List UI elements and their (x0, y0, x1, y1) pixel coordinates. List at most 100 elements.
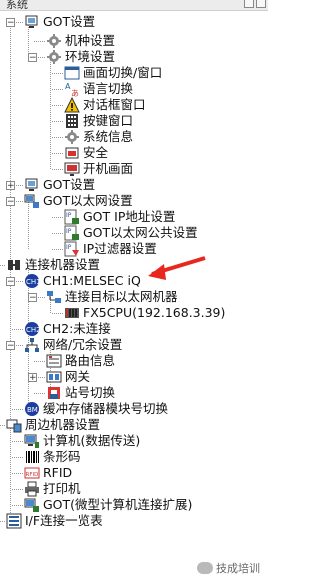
collapse-toggle-icon[interactable]: − (6, 341, 15, 351)
tree-item-label: 系统信息 (83, 129, 134, 144)
tree-item-label: CH2:未连接 (43, 321, 111, 336)
tree-item-computer[interactable]: 计算机(数据传送) (24, 433, 140, 449)
tree-item-got-ethernet-public[interactable]: IP GOT以太网公共设置 (64, 225, 198, 241)
svg-text:CH1: CH1 (26, 278, 40, 286)
tree-item-got-ip[interactable]: IP GOT IP地址设置 (64, 209, 175, 225)
tree-item-got-ethernet[interactable]: GOT以太网设置 (24, 193, 133, 209)
tree-item-got-settings[interactable]: GOT设置 (24, 14, 95, 30)
tree-item-label: 语言切换 (83, 81, 134, 96)
tree-item-label: RFID (43, 465, 73, 480)
tree-item-env-settings[interactable]: 环境设置 (46, 49, 115, 65)
tree-connector (52, 217, 63, 218)
tree-item-barcode[interactable]: 条形码 (24, 449, 81, 465)
svg-text:RFID: RFID (26, 472, 39, 478)
tree-item-security[interactable]: 安全 (64, 145, 108, 161)
tree-connector (0, 265, 5, 266)
station-icon (46, 385, 62, 401)
tree-item-model-settings[interactable]: 机种设置 (46, 33, 115, 49)
tree-item-key-window[interactable]: 按键窗口 (64, 113, 133, 129)
tree-item-label: 路由信息 (65, 353, 116, 368)
tree-item-label: 连接目标以太网机器 (65, 289, 178, 304)
svg-text:あ: あ (71, 89, 79, 97)
routing-icon (46, 353, 62, 369)
monitor-icon (64, 161, 80, 177)
system-tree[interactable]: − GOT设置 机种设置 − 环境设置 画面切换/窗口 A あ语言切换 对话框窗口 按键窗口 系统信… (0, 11, 268, 582)
got-settings-icon (24, 177, 40, 193)
tree-item-gateway-redundancy[interactable]: 网络/冗余设置 (24, 337, 122, 353)
tree-item-dialog-window[interactable]: 对话框窗口 (64, 96, 146, 113)
tree-item-label: 安全 (83, 145, 109, 160)
tree-item-connected-device[interactable]: 连接机器设置 (6, 257, 100, 273)
tree-item-label: 计算机(数据传送) (43, 433, 141, 448)
collapse-toggle-icon[interactable]: − (6, 197, 15, 207)
tree-connector (52, 89, 63, 90)
tree-item-system-info[interactable]: 系统信息 (64, 129, 133, 145)
tree-item-got-micro[interactable]: GOT(微型计算机连接扩展) (24, 497, 192, 513)
network-icon (46, 289, 62, 305)
svg-text:IP: IP (66, 228, 72, 235)
tree-connector (52, 249, 63, 250)
tree-item-rfid[interactable]: RFID RFID (24, 465, 72, 481)
tree-item-label: GOT(微型计算机连接扩展) (43, 497, 193, 512)
close-icon[interactable] (256, 0, 266, 8)
tree-item-language-switch[interactable]: A あ语言切换 (64, 81, 134, 98)
list-icon (6, 513, 22, 529)
tree-connector (0, 425, 5, 426)
tree-item-label: IP过滤器设置 (83, 241, 157, 256)
collapse-toggle-icon[interactable]: − (28, 293, 37, 303)
tree-item-ch2[interactable]: CH2 CH2:未连接 (24, 321, 111, 337)
panel-titlebar: 系统 (0, 0, 268, 11)
got-settings-icon (24, 14, 40, 30)
tree-item-label: 对话框窗口 (83, 97, 146, 112)
tree-connector (34, 393, 45, 394)
pin-icon[interactable] (244, 0, 254, 8)
collapse-toggle-icon[interactable]: − (6, 18, 15, 28)
tree-item-label: 缓冲存储器模块号切换 (43, 401, 169, 416)
tree-item-label: 网关 (65, 369, 91, 384)
watermark-text: 技成培训 (216, 562, 260, 575)
tree-item-label: CH1:MELSEC iQ (43, 273, 141, 288)
tree-connector (12, 489, 23, 490)
window-icon (64, 65, 80, 81)
expand-toggle-icon[interactable]: + (6, 181, 15, 191)
tree-item-label: FX5CPU(192.168.3.39) (83, 305, 226, 320)
collapse-toggle-icon[interactable]: − (28, 53, 37, 63)
tree-item-ch1[interactable]: CH1 CH1:MELSEC iQ (24, 273, 141, 289)
tree-connector (52, 121, 63, 122)
tree-item-label: 连接机器设置 (25, 257, 101, 272)
peripheral-icon (6, 417, 22, 433)
tree-item-got-settings-2[interactable]: GOT设置 (24, 177, 95, 193)
tree-item-fx5cpu[interactable]: FX5CPU(192.168.3.39) (64, 305, 225, 321)
tree-connector (12, 505, 23, 506)
tree-item-conn-target[interactable]: 连接目标以太网机器 (46, 289, 178, 305)
ip-icon: IP (64, 225, 80, 241)
tree-item-buffer-block[interactable]: BM 缓冲存储器模块号切换 (24, 401, 168, 417)
tree-connector (34, 41, 45, 42)
computer-icon (24, 433, 40, 449)
tree-item-peripheral[interactable]: 周边机器设置 (6, 417, 100, 433)
tree-item-label: 站号切换 (65, 385, 116, 400)
collapse-toggle-icon[interactable]: − (6, 277, 15, 287)
tree-connector (0, 521, 5, 522)
tree-connector (50, 57, 51, 169)
tree-item-label: GOT设置 (43, 14, 96, 29)
tree-item-station-switch[interactable]: 站号切换 (46, 385, 115, 401)
tree-item-routing-info[interactable]: 路由信息 (46, 353, 115, 369)
tree-connector (52, 73, 63, 74)
tree-item-gateway[interactable]: 网关 (46, 369, 90, 385)
tree-item-label: 条形码 (43, 449, 81, 464)
chat-icon (197, 562, 213, 574)
gateway-icon (46, 369, 62, 385)
tree-item-printer[interactable]: 打印机 (24, 481, 81, 497)
tree-connector (52, 313, 63, 314)
tree-connector (52, 169, 63, 170)
keypad-icon (64, 113, 80, 129)
network-tree-icon (24, 337, 40, 353)
tree-item-startup-screen[interactable]: 开机画面 (64, 161, 133, 177)
tree-item-label: GOT设置 (43, 177, 96, 192)
tree-item-if-list[interactable]: I/F连接一览表 (6, 513, 103, 529)
tree-connector (52, 137, 63, 138)
expand-toggle-icon[interactable]: + (28, 373, 37, 383)
tree-item-screen-switch[interactable]: 画面切换/窗口 (64, 65, 162, 81)
tree-item-ip-filter[interactable]: IP IP过滤器设置 (64, 241, 157, 257)
